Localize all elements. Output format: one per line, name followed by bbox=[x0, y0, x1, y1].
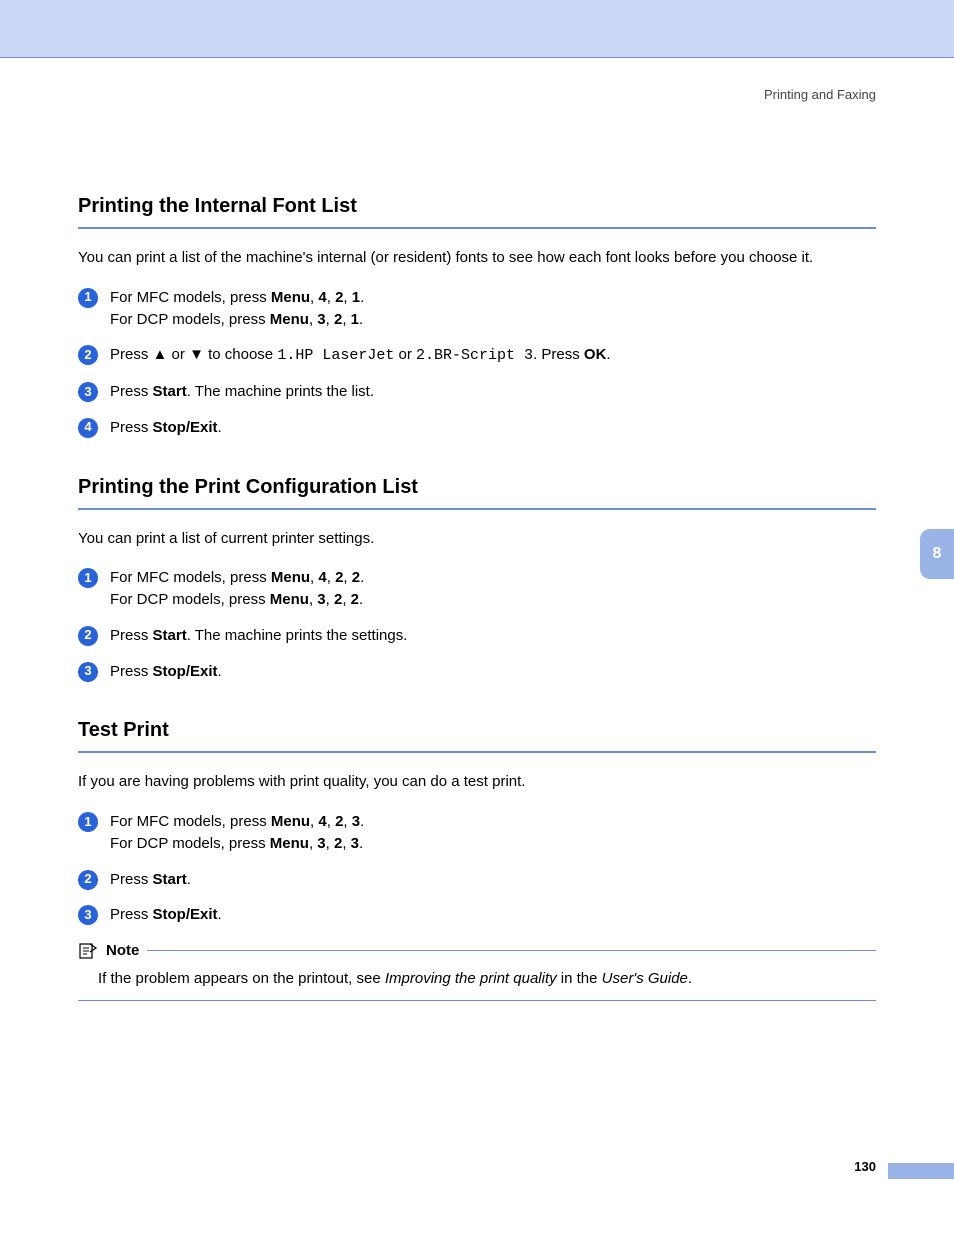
header-bar bbox=[0, 0, 954, 58]
up-arrow-icon: ▲ bbox=[153, 346, 168, 363]
heading-config-list: Printing the Print Configuration List bbox=[78, 473, 876, 510]
step-2: 2 Press ▲ or ▼ to choose 1.HP LaserJet o… bbox=[78, 344, 876, 367]
step-1: 1 For MFC models, press Menu, 4, 2, 3. F… bbox=[78, 811, 876, 855]
step-body: For MFC models, press Menu, 4, 2, 3. For… bbox=[110, 811, 876, 855]
footer-bar bbox=[888, 1163, 954, 1179]
heading-test-print: Test Print bbox=[78, 716, 876, 753]
step-1: 1 For MFC models, press Menu, 4, 2, 2. F… bbox=[78, 567, 876, 611]
step-number-icon: 2 bbox=[78, 345, 98, 365]
step-4: 4 Press Stop/Exit. bbox=[78, 417, 876, 439]
step-body: Press Start. The machine prints the list… bbox=[110, 381, 876, 403]
intro-test-print: If you are having problems with print qu… bbox=[78, 771, 876, 793]
note-block: Note If the problem appears on the print… bbox=[78, 940, 876, 1001]
down-arrow-icon: ▼ bbox=[189, 346, 204, 363]
step-1: 1 For MFC models, press Menu, 4, 2, 1. F… bbox=[78, 287, 876, 331]
step-3: 3 Press Stop/Exit. bbox=[78, 904, 876, 926]
step-number-icon: 1 bbox=[78, 812, 98, 832]
heading-font-list: Printing the Internal Font List bbox=[78, 192, 876, 229]
step-number-icon: 1 bbox=[78, 288, 98, 308]
step-number-icon: 2 bbox=[78, 626, 98, 646]
intro-font-list: You can print a list of the machine's in… bbox=[78, 247, 876, 269]
step-2: 2 Press Start. bbox=[78, 869, 876, 891]
intro-config-list: You can print a list of current printer … bbox=[78, 528, 876, 550]
step-number-icon: 3 bbox=[78, 905, 98, 925]
step-body: Press Start. bbox=[110, 869, 876, 891]
step-number-icon: 2 bbox=[78, 870, 98, 890]
step-body: Press ▲ or ▼ to choose 1.HP LaserJet or … bbox=[110, 344, 876, 367]
step-number-icon: 3 bbox=[78, 382, 98, 402]
chapter-tab: 8 bbox=[920, 529, 954, 579]
step-number-icon: 3 bbox=[78, 662, 98, 682]
step-3: 3 Press Stop/Exit. bbox=[78, 661, 876, 683]
note-icon bbox=[78, 941, 98, 961]
note-label: Note bbox=[106, 940, 139, 962]
step-3: 3 Press Start. The machine prints the li… bbox=[78, 381, 876, 403]
step-body: For MFC models, press Menu, 4, 2, 2. For… bbox=[110, 567, 876, 611]
step-number-icon: 1 bbox=[78, 568, 98, 588]
step-body: Press Stop/Exit. bbox=[110, 417, 876, 439]
page-number: 130 bbox=[854, 1158, 876, 1177]
step-body: For MFC models, press Menu, 4, 2, 1. For… bbox=[110, 287, 876, 331]
step-number-icon: 4 bbox=[78, 418, 98, 438]
header-section-label: Printing and Faxing bbox=[764, 86, 876, 105]
step-2: 2 Press Start. The machine prints the se… bbox=[78, 625, 876, 647]
note-body: If the problem appears on the printout, … bbox=[78, 962, 876, 1001]
page-content: Printing the Internal Font List You can … bbox=[0, 192, 954, 1001]
step-body: Press Stop/Exit. bbox=[110, 904, 876, 926]
note-header: Note bbox=[78, 940, 876, 962]
note-divider bbox=[147, 950, 876, 951]
step-body: Press Stop/Exit. bbox=[110, 661, 876, 683]
step-body: Press Start. The machine prints the sett… bbox=[110, 625, 876, 647]
